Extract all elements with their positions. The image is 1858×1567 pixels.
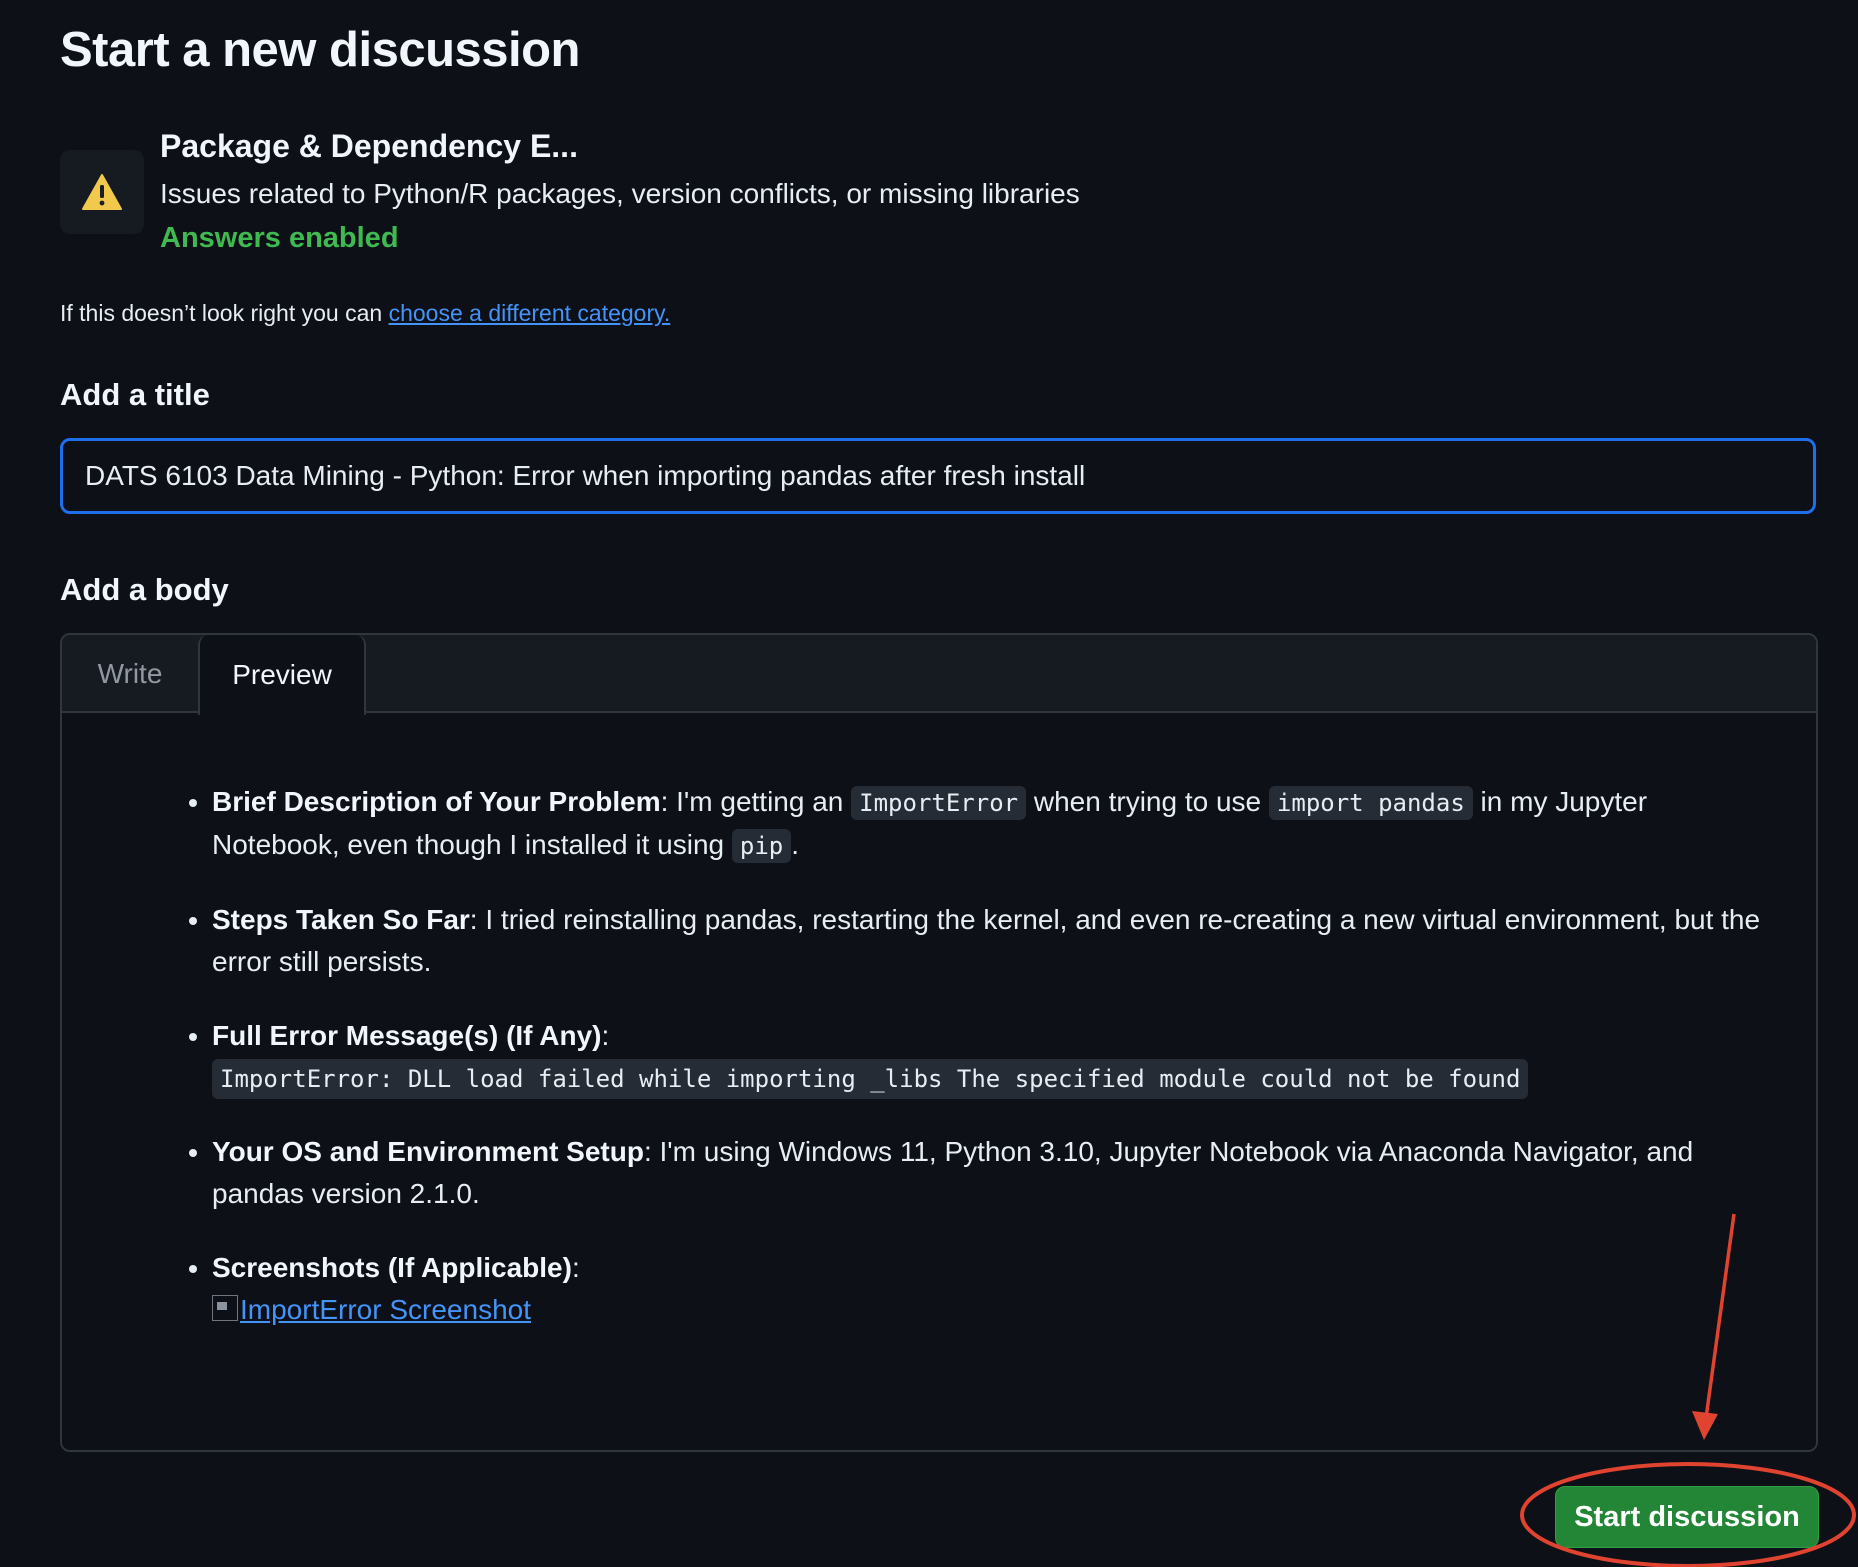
change-category-text: If this doesn’t look right you can choos… — [60, 300, 670, 327]
start-discussion-button[interactable]: Start discussion — [1555, 1486, 1819, 1548]
list-item-error: Full Error Message(s) (If Any): ImportErr… — [212, 1015, 1774, 1099]
warning-icon — [82, 174, 122, 210]
item-heading: Your OS and Environment Setup — [212, 1136, 644, 1167]
list-item-steps: Steps Taken So Far: I tried reinstalling… — [212, 899, 1774, 983]
screenshot-link[interactable]: ImportError Screenshot — [212, 1294, 531, 1325]
item-heading: Steps Taken So Far — [212, 904, 470, 935]
editor-tabbar: Write Preview — [62, 635, 1816, 715]
preview-pane: Brief Description of Your Problem: I'm g… — [62, 715, 1816, 1450]
choose-category-link[interactable]: choose a different category. — [389, 300, 671, 326]
category-name: Package & Dependency E... — [160, 128, 578, 164]
answers-enabled-label: Answers enabled — [160, 222, 399, 254]
screenshot-link-text: ImportError Screenshot — [240, 1294, 531, 1325]
preview-list: Brief Description of Your Problem: I'm g… — [154, 781, 1774, 1363]
body-label: Add a body — [60, 572, 229, 607]
new-discussion-page: Start a new discussion Package & Depende… — [0, 0, 1858, 1567]
list-item-problem: Brief Description of Your Problem: I'm g… — [212, 781, 1774, 867]
error-code-block: ImportError: DLL load failed while impor… — [212, 1059, 1529, 1099]
item-heading: Screenshots (If Applicable) — [212, 1252, 572, 1283]
item-text: : — [571, 1252, 580, 1283]
tab-preview[interactable]: Preview — [198, 635, 366, 715]
list-item-environment: Your OS and Environment Setup: I'm using… — [212, 1131, 1774, 1215]
item-text: : I'm getting an — [660, 786, 852, 817]
item-text: : — [601, 1020, 610, 1051]
category-description: Issues related to Python/R packages, ver… — [160, 178, 1080, 209]
category-icon-box — [60, 150, 144, 234]
tab-write[interactable]: Write — [62, 635, 198, 713]
title-label: Add a title — [60, 377, 210, 412]
page-title: Start a new discussion — [60, 23, 581, 77]
list-item-screenshots: Screenshots (If Applicable): ImportError … — [212, 1247, 1774, 1331]
item-text: . — [791, 829, 800, 860]
inline-code: pip — [731, 829, 792, 863]
broken-image-icon — [212, 1295, 238, 1321]
inline-code: ImportError — [851, 786, 1027, 820]
item-heading: Brief Description of Your Problem — [212, 786, 661, 817]
change-category-prefix: If this doesn’t look right you can — [60, 300, 389, 326]
inline-code: import pandas — [1268, 786, 1473, 820]
title-input[interactable] — [60, 438, 1816, 514]
item-heading: Full Error Message(s) (If Any) — [212, 1020, 602, 1051]
item-text: when trying to use — [1026, 786, 1269, 817]
body-editor: Write Preview Brief Description of Your … — [60, 633, 1818, 1452]
